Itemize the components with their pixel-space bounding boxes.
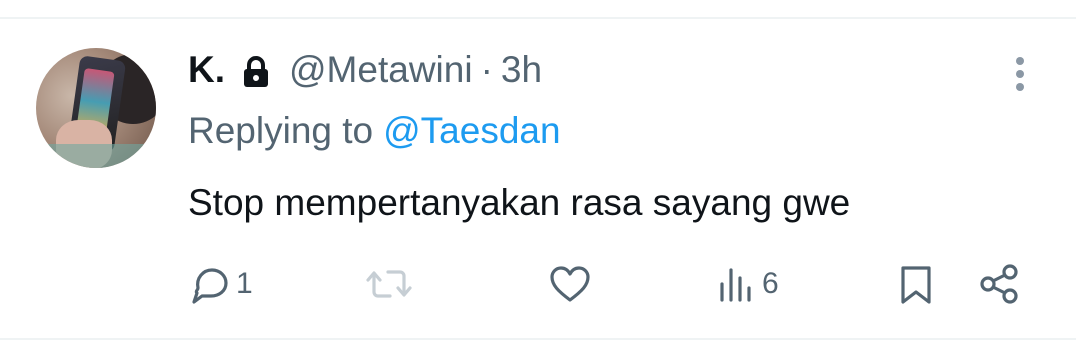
reply-count: 1 [236,267,253,300]
like-icon [550,266,590,302]
bottom-divider [0,338,1076,340]
share-button[interactable] [978,262,1022,306]
avatar[interactable] [36,48,156,168]
separator-dot: · [480,49,493,90]
author-name[interactable]: K. [188,49,225,91]
bookmark-button[interactable] [896,262,936,306]
retweet-icon [366,270,412,298]
avatar-shirt [36,144,156,168]
like-button[interactable] [548,262,596,306]
tweet-text: Stop mempertanyakan rasa sayang gwe [188,182,851,223]
reply-button[interactable]: 1 [188,262,253,306]
replying-to: Replying to @Taesdan [188,110,561,152]
retweet-button[interactable] [364,262,418,306]
tweet-header: K. @Metawini · 3h [188,48,542,92]
reply-mention-link[interactable]: @Taesdan [383,110,560,151]
views-button[interactable]: 6 [718,262,779,306]
replying-prefix: Replying to [188,110,374,151]
reply-icon [192,268,228,304]
views-count: 6 [762,267,779,300]
share-icon [980,264,1018,304]
top-divider [0,17,1076,19]
author-handle[interactable]: @Metawini [289,49,473,91]
more-icon[interactable] [1008,56,1032,92]
views-icon [720,268,751,302]
lock-icon [241,55,271,89]
bookmark-icon [901,266,931,304]
timestamp[interactable]: 3h [501,49,542,91]
